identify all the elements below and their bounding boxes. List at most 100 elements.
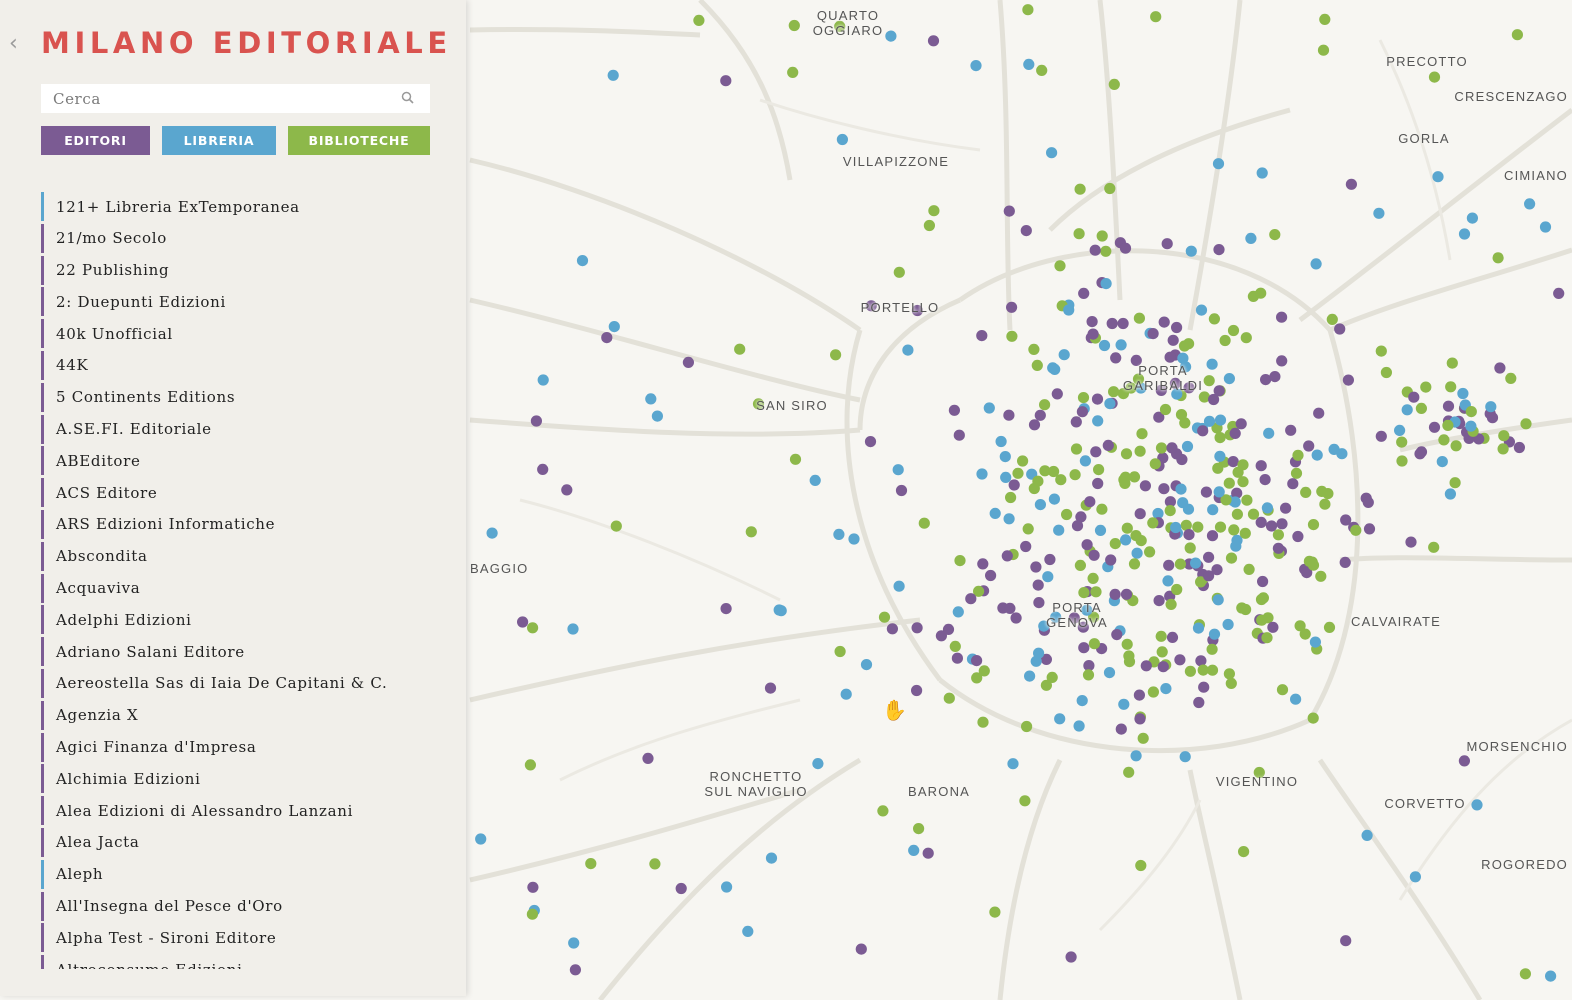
map-marker-libreria[interactable]: [1311, 449, 1323, 461]
map-marker-biblioteche[interactable]: [1465, 406, 1477, 418]
map-marker-editori[interactable]: [1200, 486, 1212, 498]
map-marker-biblioteche[interactable]: [1350, 524, 1362, 536]
list-item[interactable]: 21/mo Secolo: [41, 223, 456, 253]
map-marker-libreria[interactable]: [892, 464, 904, 476]
map-marker-biblioteche[interactable]: [1272, 529, 1284, 541]
map-marker-biblioteche[interactable]: [1492, 252, 1504, 264]
map-marker-biblioteche[interactable]: [1070, 443, 1083, 455]
map-marker-editori[interactable]: [1345, 178, 1357, 190]
map-marker-editori[interactable]: [1408, 391, 1420, 403]
map-marker-libreria[interactable]: [976, 468, 988, 480]
map-marker-biblioteche[interactable]: [649, 858, 661, 870]
list-item[interactable]: Alpha Test - Sironi Editore: [41, 923, 456, 953]
map-marker-libreria[interactable]: [983, 402, 995, 414]
map-marker-editori[interactable]: [1340, 514, 1352, 526]
map-marker-libreria[interactable]: [1458, 228, 1471, 240]
list-item[interactable]: Alea Edizioni di Alessandro Lanzani: [41, 796, 456, 826]
map-marker-libreria[interactable]: [1046, 147, 1058, 159]
map-marker-libreria[interactable]: [1444, 488, 1456, 500]
map-marker-libreria[interactable]: [809, 474, 821, 486]
map-marker-editori[interactable]: [537, 463, 549, 475]
map-marker-editori[interactable]: [1287, 478, 1299, 490]
map-marker-biblioteche[interactable]: [693, 14, 705, 26]
map-marker-editori[interactable]: [1089, 244, 1101, 256]
map-marker-editori[interactable]: [911, 622, 923, 634]
list-item[interactable]: Agici Finanza d'Impresa: [41, 732, 456, 762]
map-marker-libreria[interactable]: [908, 844, 920, 857]
map-marker-biblioteche[interactable]: [1449, 477, 1461, 489]
map-marker-biblioteche[interactable]: [526, 908, 539, 920]
map-marker-biblioteche[interactable]: [585, 858, 597, 870]
map-marker-libreria[interactable]: [1094, 524, 1107, 537]
map-marker-editori[interactable]: [1004, 602, 1016, 615]
map-marker-editori[interactable]: [1442, 400, 1455, 412]
map-marker-editori[interactable]: [1106, 317, 1118, 330]
map-marker-biblioteche[interactable]: [943, 692, 955, 704]
map-marker-editori[interactable]: [1163, 559, 1175, 571]
map-marker-editori[interactable]: [1092, 477, 1104, 490]
map-marker-biblioteche[interactable]: [1022, 523, 1034, 535]
map-marker-editori[interactable]: [1494, 362, 1506, 374]
map-marker-libreria[interactable]: [765, 852, 778, 864]
map-marker-editori[interactable]: [1166, 442, 1178, 454]
map-marker-editori[interactable]: [1078, 287, 1090, 299]
map-marker-biblioteche[interactable]: [1108, 386, 1120, 398]
map-marker-libreria[interactable]: [1457, 387, 1469, 400]
map-marker-editori[interactable]: [1105, 554, 1117, 566]
map-marker-libreria[interactable]: [1214, 450, 1226, 462]
map-marker-biblioteche[interactable]: [524, 759, 537, 771]
map-marker-editori[interactable]: [977, 558, 989, 570]
map-marker-libreria[interactable]: [1104, 398, 1116, 410]
map-marker-editori[interactable]: [1010, 612, 1022, 624]
map-marker-biblioteche[interactable]: [1133, 312, 1145, 324]
map-marker-biblioteche[interactable]: [1498, 430, 1510, 442]
map-marker-libreria[interactable]: [1160, 683, 1172, 695]
map-marker-libreria[interactable]: [1485, 401, 1497, 413]
map-marker-editori[interactable]: [1513, 441, 1525, 454]
map-marker-editori[interactable]: [1081, 539, 1093, 551]
map-marker-editori[interactable]: [1342, 374, 1354, 386]
map-marker-editori[interactable]: [1414, 448, 1426, 460]
map-marker-editori[interactable]: [1109, 588, 1121, 601]
map-marker-biblioteche[interactable]: [1147, 517, 1159, 529]
map-marker-biblioteche[interactable]: [1241, 494, 1253, 506]
map-marker-biblioteche[interactable]: [1247, 508, 1260, 520]
map-marker-biblioteche[interactable]: [1227, 324, 1240, 337]
map-marker-biblioteche[interactable]: [1420, 381, 1432, 393]
map-marker-biblioteche[interactable]: [1257, 592, 1269, 604]
map-marker-editori[interactable]: [1119, 242, 1132, 254]
list-item[interactable]: 22 Publishing: [41, 255, 456, 285]
map-marker-biblioteche[interactable]: [1255, 287, 1267, 299]
map-marker-biblioteche[interactable]: [527, 622, 539, 634]
map-marker-libreria[interactable]: [1309, 636, 1321, 648]
map-marker-editori[interactable]: [1034, 409, 1046, 421]
map-marker-biblioteche[interactable]: [1294, 620, 1306, 632]
map-marker-editori[interactable]: [1267, 621, 1279, 633]
map-marker-editori[interactable]: [675, 882, 687, 895]
map-marker-biblioteche[interactable]: [1223, 477, 1235, 489]
map-marker-libreria[interactable]: [836, 133, 849, 146]
map-marker-biblioteche[interactable]: [1219, 334, 1231, 347]
map-marker-libreria[interactable]: [885, 30, 897, 42]
map-marker-editori[interactable]: [953, 429, 965, 441]
map-marker-biblioteche[interactable]: [1074, 559, 1086, 572]
list-item[interactable]: 40k Unofficial: [41, 319, 456, 349]
map-marker-biblioteche[interactable]: [1032, 475, 1044, 487]
map-marker-biblioteche[interactable]: [1290, 467, 1303, 479]
map-marker-editori[interactable]: [1211, 564, 1223, 576]
map-marker-editori[interactable]: [1134, 508, 1146, 520]
map-marker-libreria[interactable]: [1432, 171, 1444, 183]
map-marker-biblioteche[interactable]: [1183, 338, 1195, 350]
filter-libreria-button[interactable]: LIBRERIA: [162, 126, 276, 155]
map-marker-biblioteche[interactable]: [1061, 508, 1073, 521]
map-marker-editori[interactable]: [1340, 935, 1352, 947]
map-marker-biblioteche[interactable]: [1039, 399, 1051, 411]
map-marker-biblioteche[interactable]: [610, 520, 622, 532]
map-marker-editori[interactable]: [1276, 518, 1288, 530]
map-marker-biblioteche[interactable]: [1225, 677, 1237, 690]
map-marker-biblioteche[interactable]: [1445, 381, 1457, 393]
list-item[interactable]: 44K: [41, 350, 456, 380]
map-marker-biblioteche[interactable]: [1073, 228, 1085, 240]
map-marker-biblioteche[interactable]: [1165, 598, 1177, 611]
map-marker-biblioteche[interactable]: [1096, 503, 1108, 515]
